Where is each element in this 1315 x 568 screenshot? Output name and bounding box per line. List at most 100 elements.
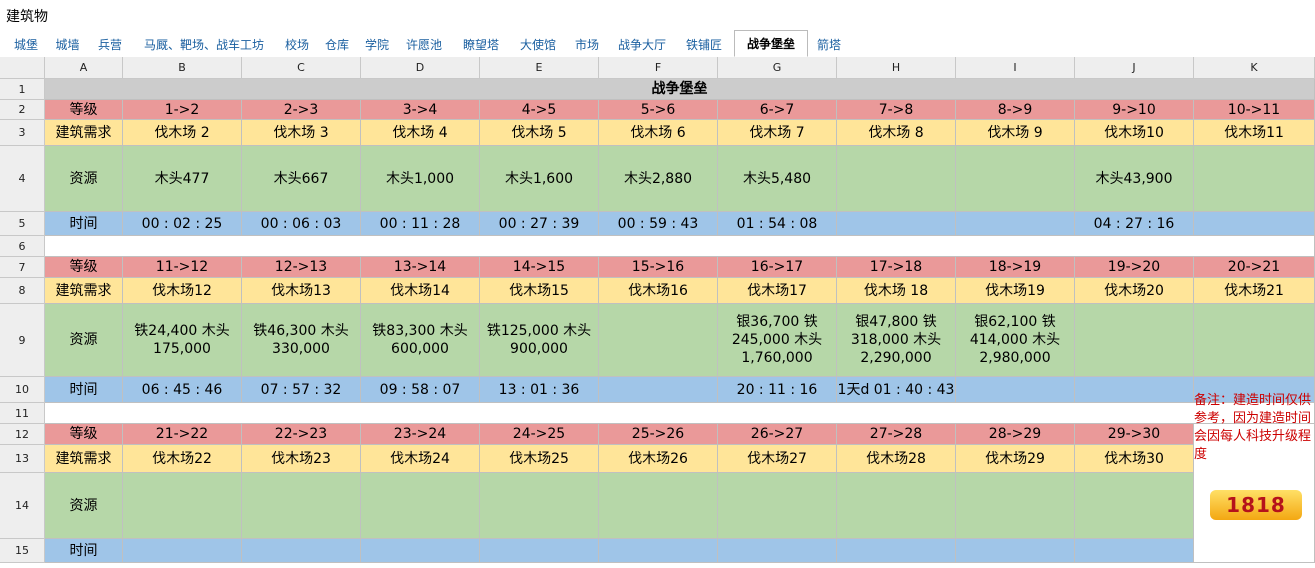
sheet-title-cell[interactable]: 战争堡垒: [45, 79, 1315, 100]
cell-block1-levels-5[interactable]: 5->6: [599, 100, 718, 120]
cell-block3-levels-3[interactable]: 23->24: [361, 424, 480, 445]
cell-block1-levels-9[interactable]: 9->10: [1075, 100, 1194, 120]
cell-block2-resources-5[interactable]: [599, 304, 718, 377]
column-header-G[interactable]: G: [718, 57, 837, 79]
cell-block2-levels-5[interactable]: 15->16: [599, 257, 718, 278]
column-header-J[interactable]: J: [1075, 57, 1194, 79]
cell-block2-requirements-4[interactable]: 伐木场15: [480, 278, 599, 304]
cell-block1-times-9[interactable]: 04 : 27 : 16: [1075, 212, 1194, 236]
cell-block2-requirements-8[interactable]: 伐木场19: [956, 278, 1075, 304]
tab-9[interactable]: 瞭望塔: [454, 34, 508, 56]
cell-block1-requirements-4[interactable]: 伐木场 5: [480, 120, 599, 146]
cell-block1-times-4[interactable]: 00 : 27 : 39: [480, 212, 599, 236]
cell-block2-times-6[interactable]: 20 : 11 : 16: [718, 377, 837, 403]
cell-block1-levels-3[interactable]: 3->4: [361, 100, 480, 120]
cell-block2-resources-6[interactable]: 银36,700 铁 245,000 木头 1,760,000: [718, 304, 837, 377]
select-all-corner[interactable]: [0, 57, 45, 79]
cell-block3-times-9[interactable]: [1075, 539, 1194, 563]
cell-block2-levels-8[interactable]: 18->19: [956, 257, 1075, 278]
cell-block1-resources-10[interactable]: [1194, 146, 1315, 212]
cell-block1-requirements-2[interactable]: 伐木场 3: [242, 120, 361, 146]
cell-block1-resources-6[interactable]: 木头5,480: [718, 146, 837, 212]
cell-block1-requirements-1[interactable]: 伐木场 2: [123, 120, 242, 146]
cell-block2-requirements-6[interactable]: 伐木场17: [718, 278, 837, 304]
cell-block1-requirements-6[interactable]: 伐木场 7: [718, 120, 837, 146]
cell-block1-levels-1[interactable]: 1->2: [123, 100, 242, 120]
cell-block3-resources-3[interactable]: [361, 473, 480, 539]
empty-row-11[interactable]: [45, 403, 1315, 424]
empty-row-6[interactable]: [45, 236, 1315, 257]
column-header-D[interactable]: D: [361, 57, 480, 79]
cell-block2-levels-7[interactable]: 17->18: [837, 257, 956, 278]
cell-block3-requirements-5[interactable]: 伐木场26: [599, 445, 718, 473]
row-header-15[interactable]: 15: [0, 539, 45, 563]
tab-15[interactable]: 箭塔: [810, 34, 848, 56]
cell-block1-resources-3[interactable]: 木头1,000: [361, 146, 480, 212]
cell-block2-requirements-10[interactable]: 伐木场21: [1194, 278, 1315, 304]
cell-block1-times-3[interactable]: 00 : 11 : 28: [361, 212, 480, 236]
column-header-F[interactable]: F: [599, 57, 718, 79]
cell-block2-resources-4[interactable]: 铁125,000 木头 900,000: [480, 304, 599, 377]
cell-block3-levels-7[interactable]: 27->28: [837, 424, 956, 445]
cell-block1-requirements-7[interactable]: 伐木场 8: [837, 120, 956, 146]
cell-block2-levels-6[interactable]: 16->17: [718, 257, 837, 278]
tab-3[interactable]: 兵营: [91, 34, 129, 56]
column-header-A[interactable]: A: [45, 57, 123, 79]
cell-block2-times-4[interactable]: 13 : 01 : 36: [480, 377, 599, 403]
cell-block1-requirements-3[interactable]: 伐木场 4: [361, 120, 480, 146]
tab-12[interactable]: 战争大厅: [610, 34, 674, 56]
row-header-13[interactable]: 13: [0, 445, 45, 473]
row-label-level[interactable]: 等级: [45, 424, 123, 445]
cell-block1-times-1[interactable]: 00 : 02 : 25: [123, 212, 242, 236]
cell-block1-times-6[interactable]: 01 : 54 : 08: [718, 212, 837, 236]
cell-block2-levels-4[interactable]: 14->15: [480, 257, 599, 278]
cell-block2-requirements-2[interactable]: 伐木场13: [242, 278, 361, 304]
cell-block3-times-2[interactable]: [242, 539, 361, 563]
cell-block2-levels-9[interactable]: 19->20: [1075, 257, 1194, 278]
cell-block3-levels-8[interactable]: 28->29: [956, 424, 1075, 445]
cell-block2-times-5[interactable]: [599, 377, 718, 403]
cell-block3-times-4[interactable]: [480, 539, 599, 563]
row-label-resources[interactable]: 资源: [45, 304, 123, 377]
cell-block2-requirements-1[interactable]: 伐木场12: [123, 278, 242, 304]
cell-block2-times-9[interactable]: [1075, 377, 1194, 403]
tab-10[interactable]: 大使馆: [512, 34, 564, 56]
cell-block3-levels-2[interactable]: 22->23: [242, 424, 361, 445]
cell-block2-times-8[interactable]: [956, 377, 1075, 403]
cell-block1-times-10[interactable]: [1194, 212, 1315, 236]
cell-block3-resources-2[interactable]: [242, 473, 361, 539]
row-header-4[interactable]: 4: [0, 146, 45, 212]
cell-block3-resources-7[interactable]: [837, 473, 956, 539]
cell-block2-times-1[interactable]: 06 : 45 : 46: [123, 377, 242, 403]
cell-block2-resources-10[interactable]: [1194, 304, 1315, 377]
cell-block3-levels-1[interactable]: 21->22: [123, 424, 242, 445]
cell-block3-requirements-7[interactable]: 伐木场28: [837, 445, 956, 473]
cell-block3-resources-4[interactable]: [480, 473, 599, 539]
row-header-14[interactable]: 14: [0, 473, 45, 539]
row-label-time[interactable]: 时间: [45, 377, 123, 403]
row-label-resources[interactable]: 资源: [45, 146, 123, 212]
cell-block3-resources-5[interactable]: [599, 473, 718, 539]
row-label-level[interactable]: 等级: [45, 100, 123, 120]
tab-6[interactable]: 仓库: [318, 34, 356, 56]
tab-11[interactable]: 市场: [568, 34, 606, 56]
tab-4[interactable]: 马厩、靶场、战车工坊: [134, 34, 274, 56]
column-header-K[interactable]: K: [1194, 57, 1315, 79]
cell-block1-resources-7[interactable]: [837, 146, 956, 212]
cell-block1-times-7[interactable]: [837, 212, 956, 236]
row-header-9[interactable]: 9: [0, 304, 45, 377]
cell-block1-resources-5[interactable]: 木头2,880: [599, 146, 718, 212]
cell-block3-times-5[interactable]: [599, 539, 718, 563]
cell-block3-requirements-8[interactable]: 伐木场29: [956, 445, 1075, 473]
cell-block3-resources-6[interactable]: [718, 473, 837, 539]
cell-block2-times-7[interactable]: 1天d 01 : 40 : 43: [837, 377, 956, 403]
cell-block1-levels-2[interactable]: 2->3: [242, 100, 361, 120]
cell-block3-levels-9[interactable]: 29->30: [1075, 424, 1194, 445]
cell-block3-requirements-2[interactable]: 伐木场23: [242, 445, 361, 473]
row-label-level[interactable]: 等级: [45, 257, 123, 278]
cell-block3-requirements-1[interactable]: 伐木场22: [123, 445, 242, 473]
cell-block1-requirements-9[interactable]: 伐木场10: [1075, 120, 1194, 146]
cell-block2-times-3[interactable]: 09 : 58 : 07: [361, 377, 480, 403]
row-header-7[interactable]: 7: [0, 257, 45, 278]
cell-block1-times-2[interactable]: 00 : 06 : 03: [242, 212, 361, 236]
